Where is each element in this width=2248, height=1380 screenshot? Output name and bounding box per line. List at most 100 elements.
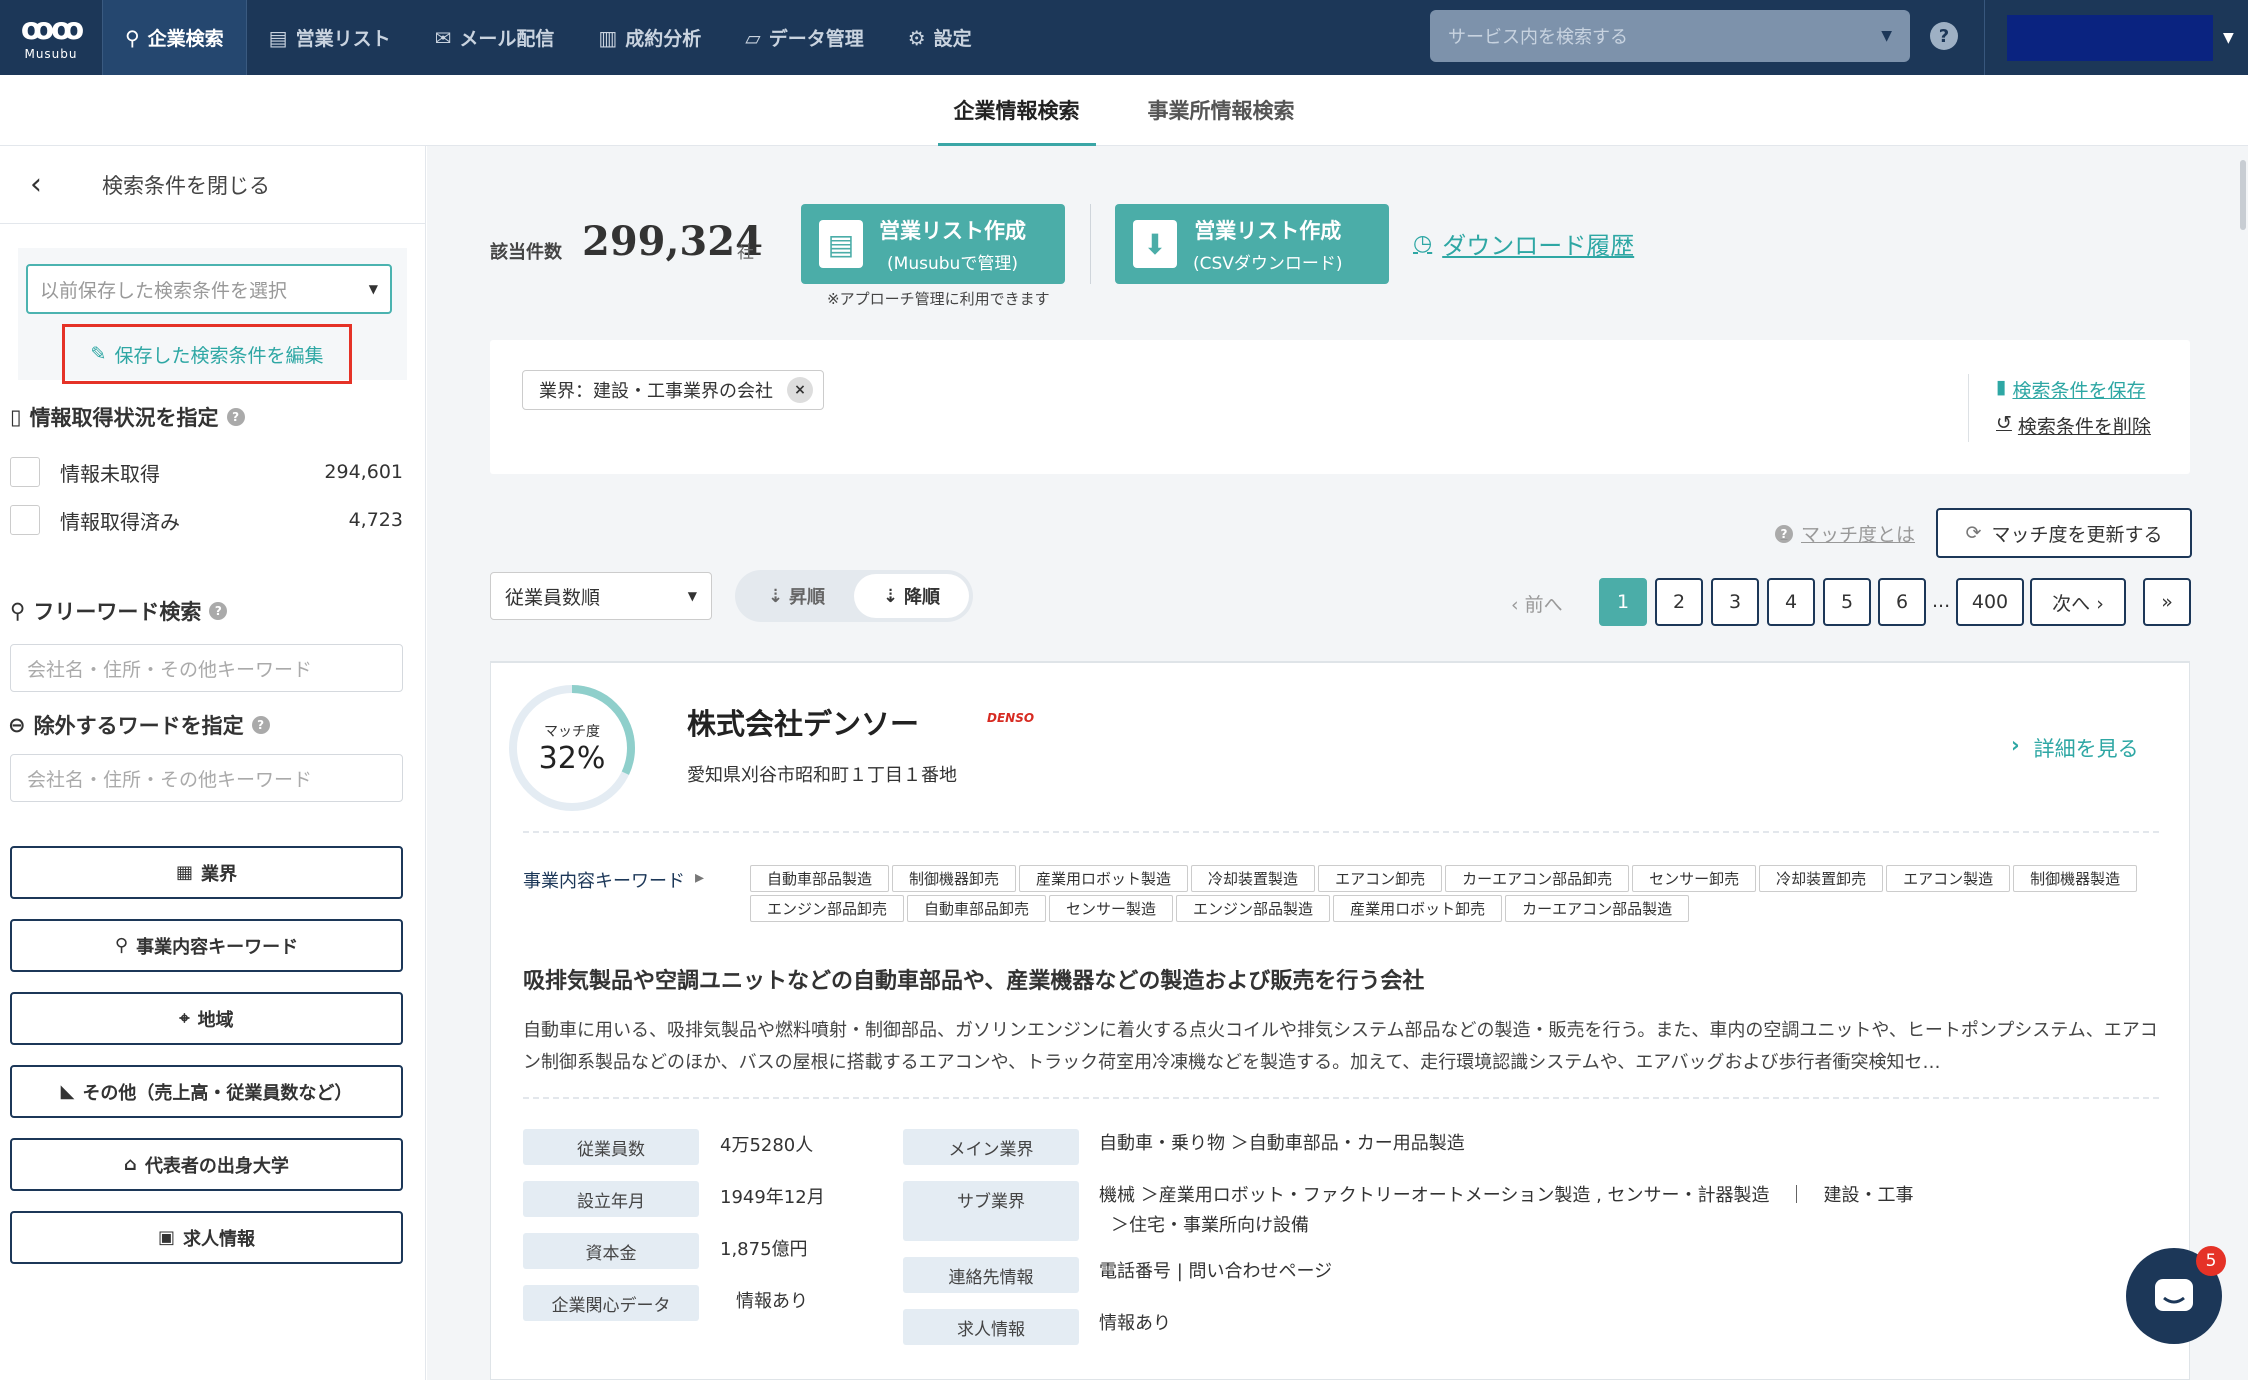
info-value-contact: 電話番号 | 問い合わせページ [1099, 1261, 1333, 1282]
nav-analysis[interactable]: ▥ 成約分析 [576, 0, 723, 75]
nav-company-search[interactable]: ⚲ 企業検索 [102, 0, 247, 75]
info-label-founded: 設立年月 [523, 1181, 699, 1217]
help-icon[interactable]: ? [251, 716, 270, 734]
next-page-button[interactable]: 次へ › [2030, 578, 2126, 626]
book-icon: ▱ [745, 25, 761, 50]
match-score: マッチ度 32% [507, 683, 637, 813]
create-list-musubu-button[interactable]: ▤ 営業リスト作成 (Musubuで管理) [801, 204, 1065, 284]
view-details-link[interactable]: › 詳細を見る [2011, 733, 2139, 763]
keyword-list: 自動車部品製造 制御機器卸売 産業用ロボット製造 冷却装置製造 エアコン卸売 カーエアコン… [750, 865, 2150, 922]
update-match-button[interactable]: ⟳ マッチ度を更新する [1936, 508, 2192, 558]
checkbox-unacquired[interactable] [10, 457, 40, 487]
exclude-placeholder: 会社名・住所・その他キーワード [27, 768, 313, 791]
filter-business-keyword-button[interactable]: ⚲ 事業内容キーワード [10, 919, 403, 972]
info-status-title: ▯ 情報取得状況を指定 ? [0, 402, 425, 432]
keyword-tag: 産業用ロボット製造 [1019, 865, 1189, 892]
checkbox-label: 情報取得済み [60, 509, 180, 534]
filter-chip-industry[interactable]: 業界：建設・工事業界の会社 × [522, 370, 824, 410]
help-icon[interactable]: ? [1930, 22, 1958, 50]
last-page-button[interactable]: » [2143, 578, 2191, 626]
filter-other-button[interactable]: ◣ その他（売上高・従業員数など） [10, 1065, 403, 1118]
page-4-button[interactable]: 4 [1767, 578, 1815, 626]
help-icon[interactable]: ? [226, 408, 245, 426]
company-name[interactable]: 株式会社デンソー [687, 701, 919, 743]
create-list-csv-button[interactable]: ⬇ 営業リスト作成 (CSVダウンロード) [1115, 204, 1389, 284]
match-about-link[interactable]: ? マッチ度とは [1775, 520, 1915, 547]
logo-text: Musubu [24, 46, 78, 61]
chat-icon [2155, 1279, 2193, 1311]
filter-university-button[interactable]: ⌂ 代表者の出身大学 [10, 1138, 403, 1191]
nav-label: メール配信 [459, 28, 555, 50]
keyword-tag: エンジン部品卸売 [750, 895, 905, 922]
nav-label: 企業検索 [147, 28, 224, 50]
filter-industry-button[interactable]: ▦ 業界 [10, 846, 403, 899]
freeword-placeholder: 会社名・住所・その他キーワード [27, 658, 313, 681]
tab-office-info-search[interactable]: 事業所情報検索 [1132, 75, 1311, 146]
user-menu[interactable]: ▼ [1984, 0, 2248, 75]
download-history-link[interactable]: ◷ ダウンロード履歴 [1413, 226, 1634, 261]
divider [523, 831, 2159, 833]
page-scrollbar[interactable] [2240, 160, 2246, 230]
nav-label: データ管理 [768, 28, 864, 50]
book-icon: ▤ [819, 220, 863, 268]
results-area: 該当件数 299,324 社 ▤ 営業リスト作成 (Musubuで管理) ※アプロ… [427, 146, 2248, 1380]
search-icon: ⚲ [114, 935, 129, 956]
page-400-button[interactable]: 400 [1956, 578, 2024, 626]
help-icon[interactable]: ? [209, 602, 228, 620]
page-6-button[interactable]: 6 [1878, 578, 1926, 626]
nav-sales-list[interactable]: ▤ 営業リスト [247, 0, 413, 75]
search-icon: ⚲ [10, 599, 26, 623]
tab-company-info-search[interactable]: 企業情報検索 [937, 75, 1096, 146]
page-3-button[interactable]: 3 [1711, 578, 1759, 626]
freeword-input[interactable]: 会社名・住所・その他キーワード [10, 644, 403, 692]
prev-page-button[interactable]: ‹ 前へ [1511, 590, 1563, 617]
filter-label: 代表者の出身大学 [144, 1155, 289, 1177]
musubu-logo[interactable]: ꝏꝏ Musubu [0, 0, 102, 75]
result-count-label: 該当件数 [490, 242, 562, 263]
nav-settings[interactable]: ⚙ 設定 [886, 0, 994, 75]
service-search-input[interactable]: サービス内を検索する ▼ [1430, 10, 1910, 62]
info-label-capital: 資本金 [523, 1233, 699, 1269]
match-about-label: マッチ度とは [1801, 524, 1916, 546]
delete-conditions-link[interactable]: ↺ 検索条件を削除 [1996, 412, 2151, 439]
company-card: マッチ度 32% 株式会社デンソー DENSO 愛知県刈谷市昭和町１丁目１番地 … [490, 661, 2190, 1380]
saved-select-placeholder: 以前保存した検索条件を選択 [40, 279, 288, 302]
keyword-tag: エンジン部品製造 [1176, 895, 1331, 922]
info-label-main-industry: メイン業界 [903, 1129, 1079, 1165]
list-icon: ▤ [268, 25, 288, 50]
count: 294,601 [324, 461, 403, 483]
top-navigation-bar: ꝏꝏ Musubu ⚲ 企業検索 ▤ 営業リスト ✉ メール配信 ▥ 成約分析 ▱ データ… [0, 0, 2248, 75]
close-conditions-button[interactable]: ‹ 検索条件を閉じる [0, 146, 425, 224]
info-value-sub-industry-cont: ＞住宅・事業所向け設備 [1111, 1215, 1309, 1236]
edit-saved-conditions-link[interactable]: ✎ 保存した検索条件を編集 [62, 324, 352, 384]
page-5-button[interactable]: 5 [1823, 578, 1871, 626]
company-address: 愛知県刈谷市昭和町１丁目１番地 [687, 765, 957, 786]
filter-label: 業界 [201, 863, 237, 885]
page-1-button[interactable]: 1 [1599, 578, 1647, 626]
nav-mail[interactable]: ✉ メール配信 [413, 0, 577, 75]
close-conditions-label: 検索条件を閉じる [102, 173, 270, 198]
page-2-button[interactable]: 2 [1655, 578, 1703, 626]
keyword-tag: 冷却装置製造 [1191, 865, 1316, 892]
filter-region-button[interactable]: ⌖ 地域 [10, 992, 403, 1045]
info-value-sub-industry: 機械 ＞産業用ロボット・ファクトリーオートメーション製造 , センサー・計器製造… [1099, 1185, 1914, 1206]
checkbox-acquired[interactable] [10, 505, 40, 535]
clock-icon: ◷ [1413, 231, 1433, 256]
save-conditions-link[interactable]: ▮ 検索条件を保存 [1996, 376, 2145, 403]
close-icon[interactable]: × [787, 377, 813, 403]
section-title-text: 除外するワードを指定 [33, 714, 244, 738]
saved-conditions-select[interactable]: 以前保存した検索条件を選択 ▼ [26, 264, 392, 314]
filter-job-button[interactable]: ▣ 求人情報 [10, 1211, 403, 1264]
info-value-capital: 1,875億円 [720, 1239, 808, 1260]
exclude-words-input[interactable]: 会社名・住所・その他キーワード [10, 754, 403, 802]
chevron-down-icon: ▼ [368, 282, 378, 296]
keyword-tag: 産業用ロボット卸売 [1333, 895, 1503, 922]
nav-data-management[interactable]: ▱ データ管理 [723, 0, 885, 75]
mail-icon: ✉ [434, 25, 452, 50]
filter-label: 事業内容キーワード [136, 936, 299, 958]
edit-saved-label: 保存した検索条件を編集 [114, 344, 324, 367]
info-value-interest-data: 情報あり [736, 1291, 808, 1312]
info-value-employees: 4万5280人 [720, 1135, 814, 1156]
filter-label: その他（売上高・従業員数など） [82, 1082, 353, 1104]
company-summary: 吸排気製品や空調ユニットなどの自動車部品や、産業機器などの製造および販売を行う会… [523, 969, 1425, 994]
